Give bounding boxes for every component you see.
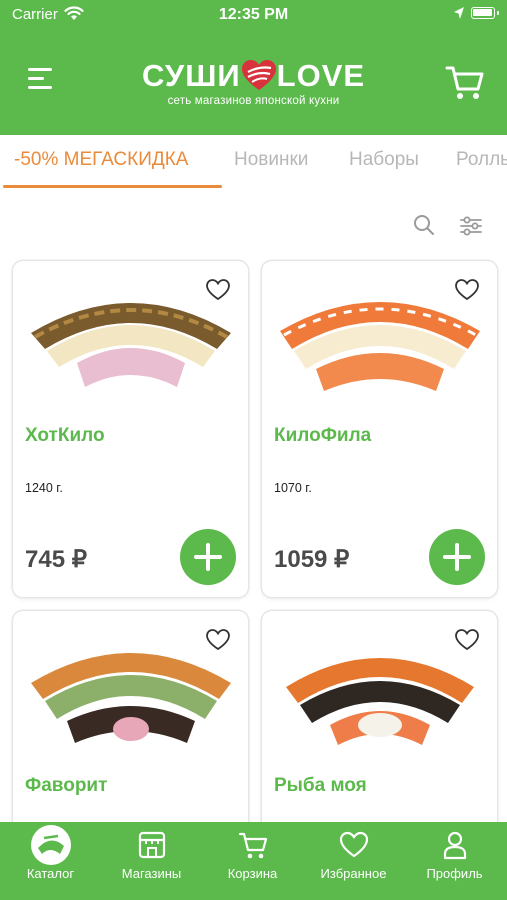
nav-profile[interactable]: Профиль [404, 822, 505, 900]
product-name: Рыба моя [274, 775, 367, 796]
location-arrow-icon [454, 7, 464, 19]
brand-tagline: сеть магазинов японской кухни [167, 95, 340, 107]
search-icon[interactable] [413, 214, 435, 236]
status-time: 12:35 PM [218, 6, 289, 23]
product-photo [31, 653, 231, 743]
status-bar: Carrier 12:35 PM [0, 0, 507, 30]
nav-cart[interactable]: Корзина [202, 822, 303, 900]
nav-favorites[interactable]: Избранное [303, 822, 404, 900]
active-tab-indicator [3, 185, 222, 188]
bottom-navigation: Каталог Магазины Корзина Избранное Профи… [0, 822, 507, 900]
user-icon [443, 831, 466, 860]
nav-label: Избранное [320, 866, 387, 881]
brand-logo: СУШИ LOVE сеть магазинов японской кухни [0, 58, 507, 107]
category-tabs: -50% МЕГАСКИДКА Новинки Наборы Роллы [0, 135, 507, 191]
favorite-heart-icon[interactable] [206, 279, 230, 301]
brand-name-left: СУШИ [141, 58, 241, 93]
cart-icon[interactable] [445, 64, 485, 102]
store-icon [138, 831, 165, 859]
nav-stores[interactable]: Магазины [101, 822, 202, 900]
tab-megadiscount[interactable]: -50% МЕГАСКИДКА [14, 149, 188, 171]
tab-new[interactable]: Новинки [234, 149, 308, 171]
brand-name-right: LOVE [276, 58, 366, 93]
nav-label: Каталог [26, 866, 75, 881]
catalog-icon [30, 825, 71, 865]
product-name: КилоФила [274, 425, 372, 446]
product-weight: 1070 г. [274, 481, 312, 495]
product-photo [31, 303, 231, 387]
app-header: Carrier 12:35 PM СУШИ LOVE сеть магазино… [0, 0, 507, 135]
tab-rolls[interactable]: Роллы [456, 149, 507, 171]
tab-sets[interactable]: Наборы [349, 149, 419, 171]
heart-icon [339, 831, 368, 858]
add-to-cart-button[interactable] [180, 529, 236, 585]
nav-label: Профиль [426, 866, 483, 881]
product-photo [286, 658, 474, 745]
battery-icon [471, 7, 499, 19]
cart-icon [238, 832, 267, 859]
product-price: 1059 ₽ [274, 546, 350, 573]
product-card[interactable]: КилоФила 1070 г. 1059 ₽ [262, 261, 497, 597]
add-to-cart-button[interactable] [429, 529, 485, 585]
favorite-heart-icon[interactable] [455, 279, 479, 301]
product-card[interactable]: ХотКило 1240 г. 745 ₽ [13, 261, 248, 597]
filter-icon[interactable] [459, 214, 483, 238]
product-name: Фаворит [25, 775, 108, 796]
nav-label: Магазины [121, 866, 182, 881]
heart-logo-icon [241, 60, 276, 90]
product-price: 745 ₽ [25, 546, 87, 573]
favorite-heart-icon[interactable] [206, 629, 230, 651]
nav-catalog[interactable]: Каталог [0, 822, 101, 900]
favorite-heart-icon[interactable] [455, 629, 479, 651]
product-weight: 1240 г. [25, 481, 63, 495]
product-photo [280, 302, 480, 391]
product-name: ХотКило [25, 425, 105, 446]
nav-label: Корзина [227, 866, 278, 881]
